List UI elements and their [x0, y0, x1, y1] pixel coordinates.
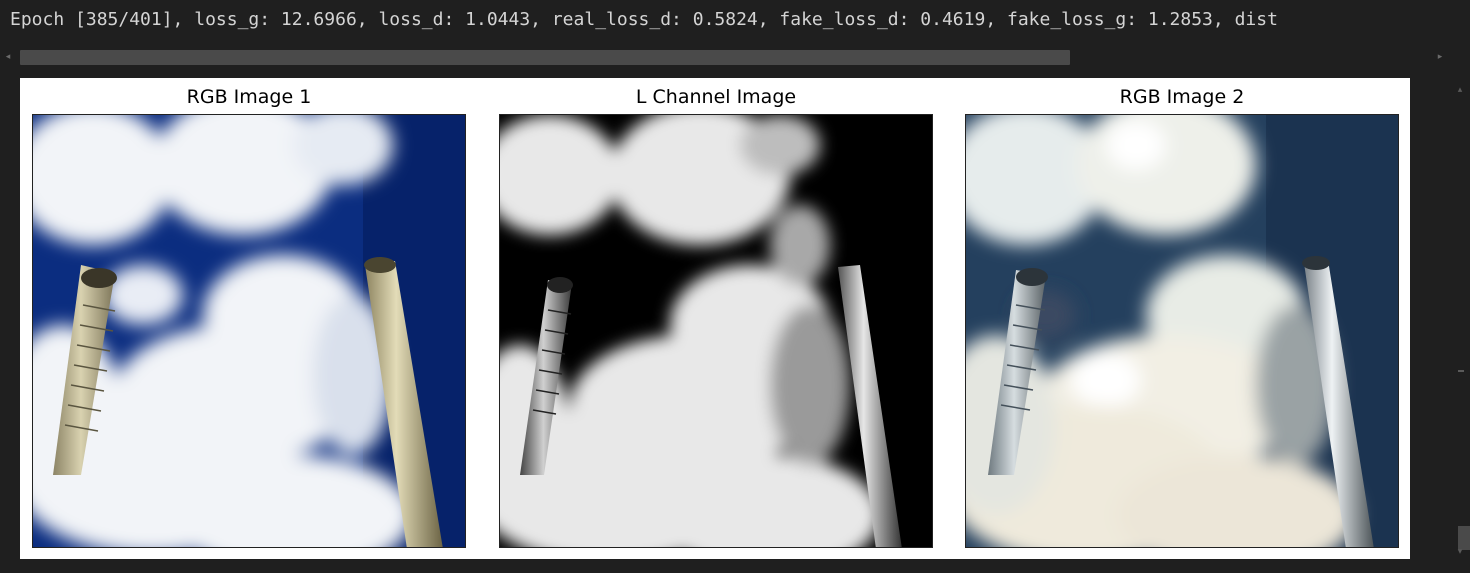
scroll-down-icon[interactable]: ▾ [1450, 544, 1470, 560]
l-channel-image [499, 114, 933, 548]
scroll-left-icon[interactable]: ◂ [2, 50, 14, 64]
horizontal-scrollbar[interactable]: ◂ ▸ [0, 48, 1454, 66]
panel-title: RGB Image 2 [1119, 86, 1245, 108]
matplotlib-figure: RGB Image 1 L Channel Image RGB Image 2 [20, 78, 1410, 559]
training-log-line: Epoch [385/401], loss_g: 12.6966, loss_d… [10, 9, 1278, 30]
scroll-right-icon[interactable]: ▸ [1434, 50, 1446, 64]
rgb-image-2 [965, 114, 1399, 548]
panel-title: RGB Image 1 [186, 86, 312, 108]
panel-rgb-image-2: RGB Image 2 [965, 78, 1399, 559]
scroll-position-marker [1458, 370, 1464, 372]
rgb-image-1 [32, 114, 466, 548]
panel-rgb-image-1: RGB Image 1 [32, 78, 466, 559]
panel-title: L Channel Image [635, 86, 797, 108]
notebook-output-cell: Epoch [385/401], loss_g: 12.6966, loss_d… [0, 0, 1470, 573]
panel-l-channel-image: L Channel Image [499, 78, 933, 559]
horizontal-scroll-thumb[interactable] [20, 50, 1070, 65]
vertical-scrollbar[interactable]: ▴ ▾ [1450, 80, 1470, 573]
scroll-up-icon[interactable]: ▴ [1450, 82, 1470, 98]
